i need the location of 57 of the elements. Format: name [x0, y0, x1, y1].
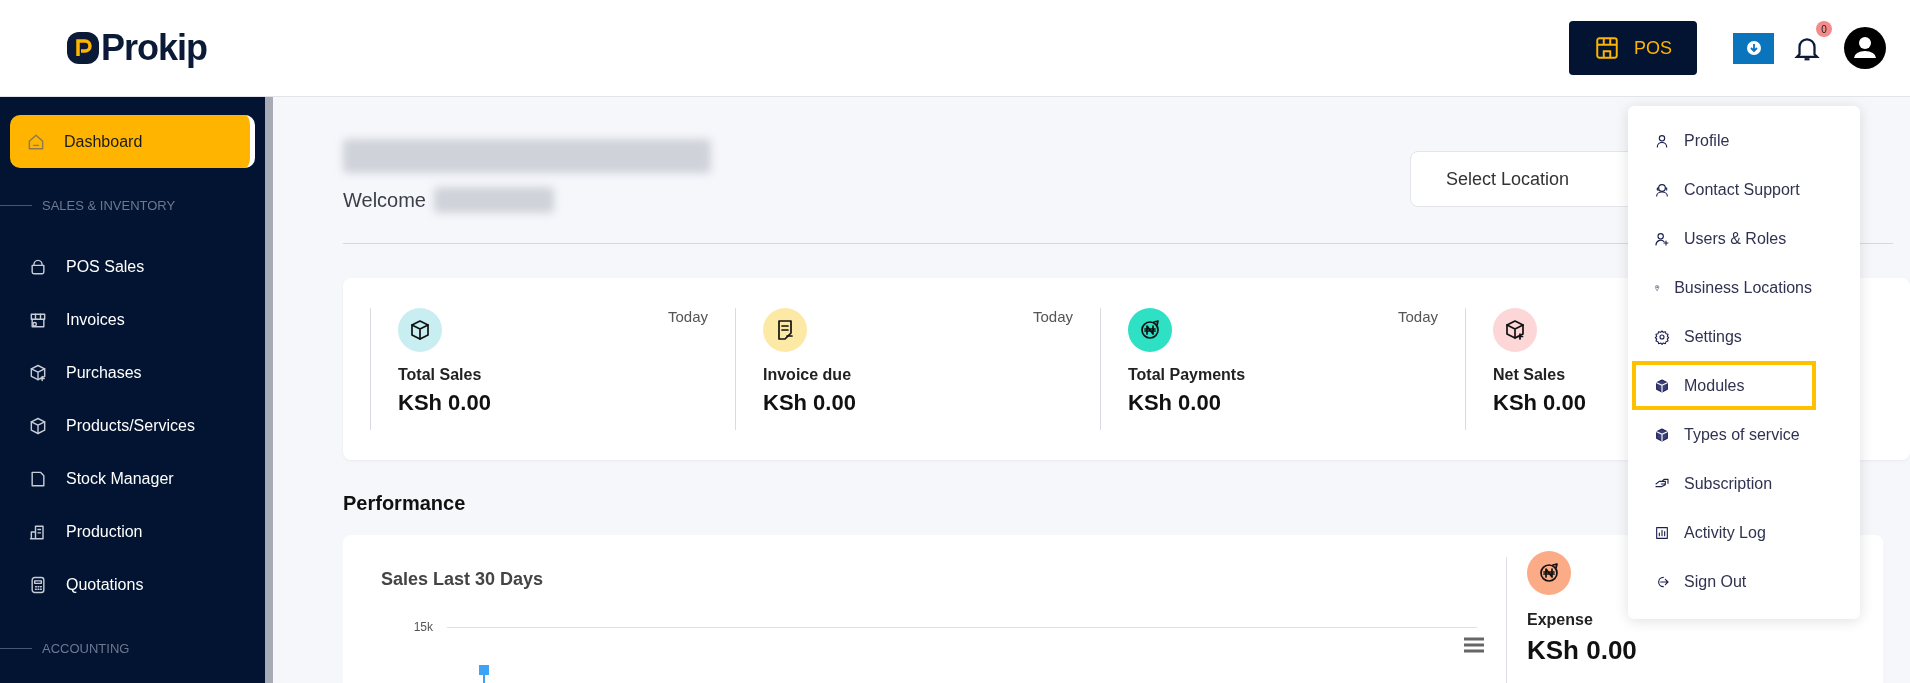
- section-label: SALES & INVENTORY: [42, 197, 176, 213]
- sidebar-item[interactable]: Quotations: [0, 558, 255, 611]
- stat-value: KSh 0.00: [1527, 635, 1637, 666]
- welcome-text: Welcome: [343, 188, 426, 212]
- stat-value: KSh 0.00: [1128, 390, 1222, 416]
- menu-item[interactable]: Modules: [1632, 361, 1816, 410]
- logo[interactable]: Prokip: [67, 27, 208, 69]
- stat-value: KSh 0.00: [1493, 390, 1587, 416]
- stat-value: KSh 0.00: [763, 390, 857, 416]
- sidebar-item[interactable]: Production: [0, 505, 255, 558]
- stat-label: Invoice due: [763, 366, 853, 384]
- menu-item[interactable]: Settings: [1632, 312, 1816, 361]
- settings-icon: [1654, 328, 1670, 345]
- naira-coin-icon: [1138, 318, 1162, 342]
- section-label: ACCOUNTING: [42, 640, 130, 656]
- add-user-icon: [1654, 230, 1670, 247]
- avatar-icon[interactable]: [1844, 27, 1886, 69]
- sidebar-item[interactable]: Invoices: [0, 293, 255, 346]
- box-plus-icon: [1503, 318, 1527, 342]
- menu-item[interactable]: Subscription: [1632, 459, 1816, 508]
- chart-title: Sales Last 30 Days: [381, 569, 545, 590]
- sidebar-item[interactable]: Dashboard: [10, 115, 255, 168]
- menu-item[interactable]: Activity Log: [1632, 508, 1816, 557]
- support-agent-icon: [1654, 181, 1670, 198]
- period-label: Today: [1032, 308, 1073, 327]
- cube-icon: [1654, 377, 1670, 394]
- download-icon: [1745, 40, 1762, 56]
- sidebar-item[interactable]: Stock Manager: [0, 452, 255, 505]
- stat-label: Total Payments: [1128, 366, 1247, 384]
- stat-label: Net Sales: [1493, 366, 1567, 384]
- calculator-icon: [28, 574, 48, 595]
- sidebar-item[interactable]: Products/Services: [0, 399, 255, 452]
- bar-chart-icon: [1654, 524, 1670, 541]
- box-icon: [28, 415, 48, 436]
- stat-label: Total Sales: [398, 366, 483, 384]
- menu-icon[interactable]: [1464, 637, 1484, 653]
- box-icon: [408, 318, 432, 342]
- store-icon: [1594, 35, 1620, 61]
- box-plus-icon: [28, 362, 48, 383]
- pos-button[interactable]: POS: [1569, 21, 1697, 75]
- stat-value: KSh 0.00: [398, 390, 492, 416]
- sidebar-item[interactable]: Purchases: [0, 346, 255, 399]
- menu-item[interactable]: Types of service: [1632, 410, 1816, 459]
- period-label: Today: [1397, 308, 1438, 327]
- section-heading: Performance: [343, 492, 467, 515]
- stat-label: Expense: [1527, 611, 1594, 629]
- menu-item[interactable]: Business Locations: [1632, 263, 1816, 312]
- axis-tick-label: 15k: [412, 620, 433, 634]
- sidebar-item[interactable]: POS Sales: [0, 240, 255, 293]
- menu-item[interactable]: Sign Out: [1632, 557, 1816, 606]
- menu-item[interactable]: Users & Roles: [1632, 214, 1816, 263]
- download-button[interactable]: [1733, 32, 1774, 64]
- naira-coin-icon: [1537, 561, 1561, 585]
- period-label: Today: [667, 308, 708, 327]
- notification-badge: 0: [1816, 21, 1832, 37]
- user-icon: [1654, 132, 1670, 149]
- cube-icon: [1654, 426, 1670, 443]
